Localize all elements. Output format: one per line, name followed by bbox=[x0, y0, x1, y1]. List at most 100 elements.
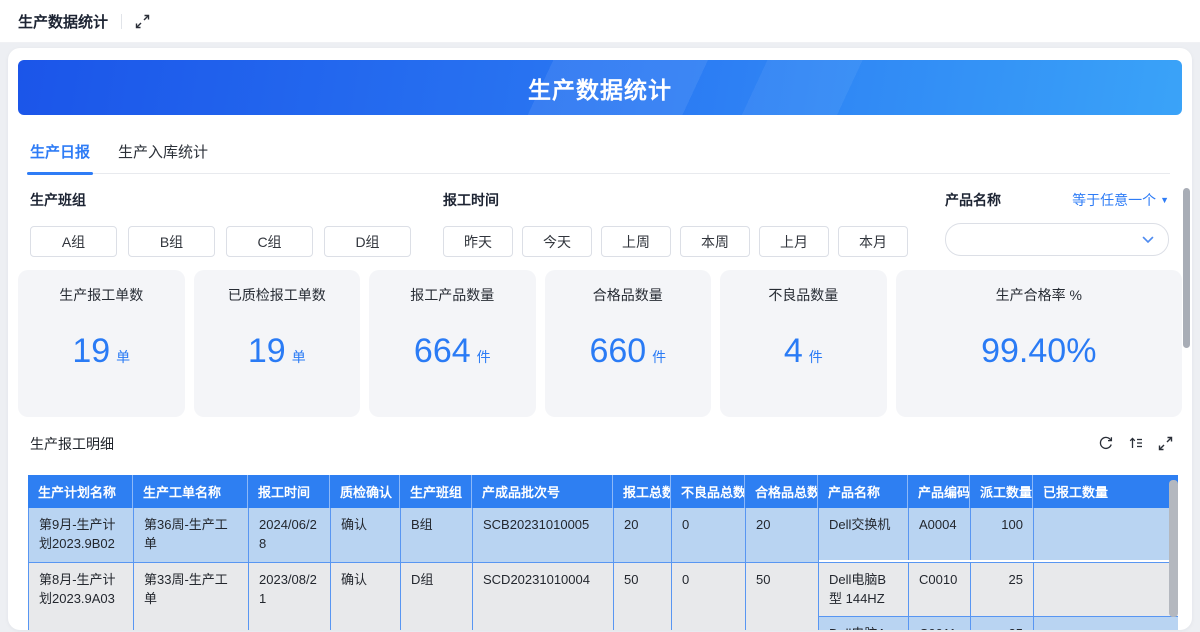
table-scrollbar[interactable] bbox=[1169, 480, 1178, 617]
time-button-1[interactable]: 今天 bbox=[522, 226, 592, 257]
product-subrow-0: Dell电脑B型 144HZ C0010 25 bbox=[819, 562, 1178, 618]
table-header-row: 生产计划名称 生产工单名称 报工时间 质检确认 生产班组 产成品批次号 报工总数 不良品总数合… bbox=[28, 475, 1178, 508]
table-cell: 第36周-生产工单 bbox=[134, 508, 249, 562]
stat-card-5: 生产合格率 % 99.40% bbox=[895, 270, 1182, 417]
time-filter-label: 报工时间 bbox=[443, 192, 499, 208]
table-cell: SCD20231010004 bbox=[473, 562, 614, 630]
time-button-group: 昨天 今天 上周 本周 上月 本月 bbox=[443, 226, 917, 257]
table-section-title: 生产报工明细 bbox=[30, 436, 114, 452]
stat-value: 19 bbox=[72, 332, 111, 370]
table-cell: C0011 bbox=[909, 617, 971, 630]
stat-value: 19 bbox=[247, 332, 286, 370]
fullscreen-icon[interactable] bbox=[135, 14, 150, 29]
table-header-cell-5: 产成品批次号 bbox=[472, 475, 613, 508]
table-toolbar bbox=[1098, 435, 1173, 451]
chevron-down-icon bbox=[1142, 236, 1154, 244]
table-fullscreen-icon[interactable] bbox=[1158, 435, 1173, 451]
tab-0[interactable]: 生产日报 bbox=[26, 130, 94, 175]
top-bar: 生产数据统计 bbox=[0, 0, 1200, 43]
stat-title: 不良品数量 bbox=[768, 287, 839, 303]
time-button-4[interactable]: 上月 bbox=[759, 226, 829, 257]
team-button-3[interactable]: D组 bbox=[324, 226, 411, 257]
stat-value: 660 bbox=[589, 332, 647, 370]
filter-group-time: 报工时间 昨天 今天 上周 本周 上月 本月 bbox=[443, 190, 917, 257]
team-button-1[interactable]: B组 bbox=[128, 226, 215, 257]
table-header-cell-9: 产品名称 bbox=[818, 475, 908, 508]
time-button-5[interactable]: 本月 bbox=[838, 226, 908, 257]
page-banner: 生产数据统计 bbox=[18, 60, 1182, 115]
stat-title: 生产报工单数 bbox=[59, 287, 144, 303]
team-button-2[interactable]: C组 bbox=[226, 226, 313, 257]
table-header-cell-12: 已报工数量 bbox=[1043, 485, 1109, 500]
table-row-0[interactable]: 第9月-生产计划2023.9B02 第36周-生产工单 2024/06/28 确认 B组… bbox=[28, 508, 1178, 563]
stat-card-1: 已质检报工单数 19 单 bbox=[193, 270, 361, 417]
table-cell: D组 bbox=[401, 562, 473, 630]
table-cell: 20 bbox=[746, 508, 819, 562]
table-cell: Dell电脑B型 144HZ bbox=[819, 562, 909, 617]
table-header-cell-10: 产品编码 bbox=[908, 475, 970, 508]
stat-unit: 件 bbox=[652, 349, 667, 365]
operator-dropdown[interactable]: 等于任意一个 ▼ bbox=[1072, 190, 1169, 210]
time-button-2[interactable]: 上周 bbox=[601, 226, 671, 257]
divider bbox=[121, 13, 123, 29]
row-density-icon[interactable] bbox=[1128, 435, 1144, 451]
stat-value-row: 660 件 bbox=[545, 332, 712, 371]
team-button-group: A组 B组 C组 D组 bbox=[30, 226, 422, 257]
table-row-left: 第8月-生产计划2023.9A03 第33周-生产工单 2023/08/21 确认 D组… bbox=[29, 562, 819, 630]
table-cell: 25 bbox=[971, 562, 1034, 617]
table-header-cell-11: 派工数量 bbox=[970, 475, 1033, 508]
table-cell: Dell交换机 bbox=[819, 508, 909, 560]
table-cell: B组 bbox=[401, 508, 473, 562]
table-cell: 2024/06/28 bbox=[249, 508, 331, 562]
product-filter-label: 产品名称 bbox=[945, 192, 1001, 208]
table-cell bbox=[1034, 563, 1178, 617]
triangle-down-icon: ▼ bbox=[1160, 195, 1169, 205]
stat-value: 4 bbox=[783, 332, 803, 370]
product-select[interactable] bbox=[945, 223, 1169, 256]
table-header-cell-2: 报工时间 bbox=[248, 475, 330, 508]
page-title: 生产数据统计 bbox=[528, 76, 672, 103]
team-filter-label: 生产班组 bbox=[30, 192, 86, 208]
page-scrollbar[interactable] bbox=[1183, 188, 1190, 348]
table-cell: Dell电脑A型 bbox=[819, 617, 909, 630]
table-row-1[interactable]: 第8月-生产计划2023.9A03 第33周-生产工单 2023/08/21 确认 D组… bbox=[28, 562, 1178, 630]
table-cell: 2023/08/21 bbox=[249, 562, 331, 630]
stat-unit: 单 bbox=[116, 349, 131, 365]
table-cell: 0 bbox=[672, 562, 746, 630]
table-header-cell-3: 质检确认 bbox=[330, 475, 400, 508]
table-cell: 25 bbox=[971, 617, 1034, 630]
table-cell: 第8月-生产计划2023.9A03 bbox=[29, 562, 134, 630]
stat-card-4: 不良品数量 4 件 bbox=[720, 270, 887, 417]
time-button-3[interactable]: 本周 bbox=[680, 226, 750, 257]
stat-card-0: 生产报工单数 19 单 bbox=[18, 270, 185, 417]
stat-title: 合格品数量 bbox=[592, 287, 663, 303]
table-cell: 确认 bbox=[331, 562, 401, 630]
stat-unit: 件 bbox=[476, 349, 491, 365]
table-cell: 确认 bbox=[331, 508, 401, 562]
table-header-cell-6: 报工总数 bbox=[613, 475, 671, 508]
table-cell: 100 bbox=[971, 508, 1034, 560]
stat-value: 99.40% bbox=[981, 332, 1097, 370]
refresh-icon[interactable] bbox=[1098, 435, 1114, 451]
table-body: 第9月-生产计划2023.9B02 第36周-生产工单 2024/06/28 确认 B组… bbox=[28, 508, 1178, 630]
table-cell: 0 bbox=[672, 508, 746, 562]
report-detail-table: 生产计划名称 生产工单名称 报工时间 质检确认 生产班组 产成品批次号 报工总数 不良品总数合… bbox=[28, 475, 1178, 630]
table-header-cell-0: 生产计划名称 bbox=[28, 475, 133, 508]
table-header-cell-4: 生产班组 bbox=[400, 475, 472, 508]
stat-value: 664 bbox=[413, 332, 471, 370]
filter-group-product: 产品名称 等于任意一个 ▼ bbox=[945, 190, 1169, 256]
filter-group-team: 生产班组 A组 B组 C组 D组 bbox=[30, 190, 422, 257]
table-header-cell-8: 合格品总数 bbox=[745, 475, 818, 508]
stat-cards-row: 生产报工单数 19 单 已质检报工单数 19 单 报工产品数量 664 件 合格品数量 660 件 不良… bbox=[18, 270, 1182, 417]
table-row-products: Dell电脑B型 144HZC001025Dell电脑A型C001125 bbox=[819, 562, 1178, 630]
table-header-cell-1: 生产工单名称 bbox=[133, 475, 248, 508]
tab-1[interactable]: 生产入库统计 bbox=[118, 130, 208, 174]
stat-value-row: 99.40% bbox=[896, 332, 1182, 371]
table-cell: 第33周-生产工单 bbox=[134, 562, 249, 630]
tab-bar: 生产日报 生产入库统计 bbox=[26, 130, 1170, 175]
time-button-0[interactable]: 昨天 bbox=[443, 226, 513, 257]
stat-title: 生产合格率 % bbox=[995, 287, 1082, 303]
team-button-0[interactable]: A组 bbox=[30, 226, 117, 257]
stat-title: 报工产品数量 bbox=[410, 287, 495, 303]
stat-value-row: 19 单 bbox=[18, 332, 185, 371]
